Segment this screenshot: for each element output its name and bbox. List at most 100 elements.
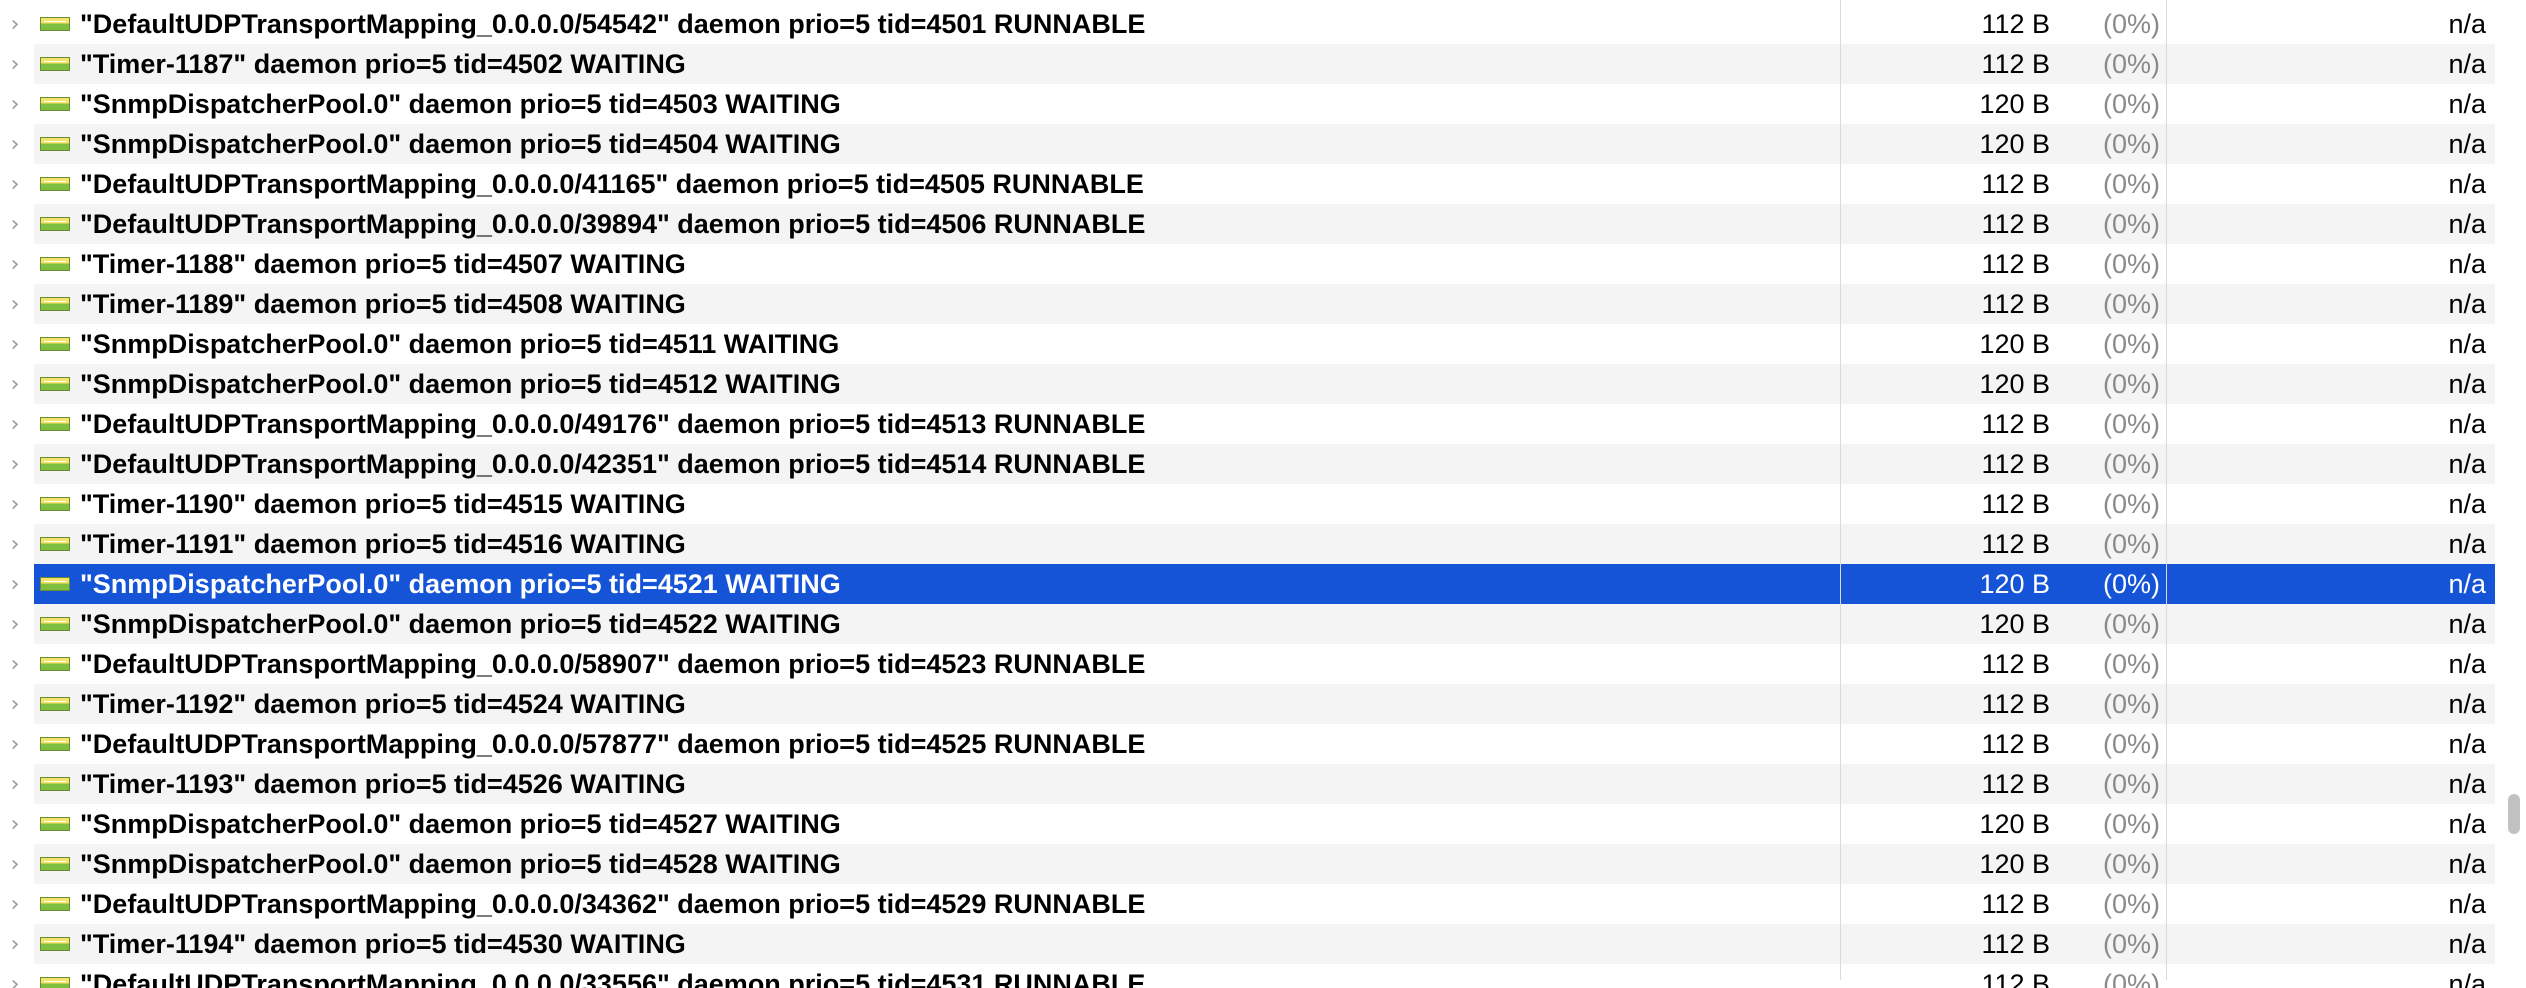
- table-row[interactable]: › "SnmpDispatcherPool.0" daemon prio=5 ti…: [0, 124, 2495, 164]
- table-row[interactable]: › "SnmpDispatcherPool.0" daemon prio=5 ti…: [0, 324, 2495, 364]
- thread-icon: [40, 377, 70, 391]
- chevron-right-icon[interactable]: ›: [4, 764, 26, 804]
- vertical-scrollbar[interactable]: [2502, 0, 2526, 988]
- thread-icon: [40, 457, 70, 471]
- thread-extra-value: n/a: [2448, 329, 2486, 359]
- thread-icon: [40, 337, 70, 351]
- table-row[interactable]: › "Timer-1189" daemon prio=5 tid=4508 WAI…: [0, 284, 2495, 324]
- table-row[interactable]: › "SnmpDispatcherPool.0" daemon prio=5 ti…: [0, 564, 2495, 604]
- thread-size: 112 B: [1981, 49, 2050, 79]
- thread-name: "Timer-1192" daemon prio=5 tid=4524 WAIT…: [80, 689, 686, 719]
- chevron-right-icon[interactable]: ›: [4, 564, 26, 604]
- thread-percent: (0%): [2102, 289, 2160, 319]
- column-divider-name[interactable]: [1840, 0, 1841, 980]
- thread-size: 120 B: [1979, 569, 2050, 599]
- table-row[interactable]: › "DefaultUDPTransportMapping_0.0.0.0/545…: [0, 4, 2495, 44]
- table-row[interactable]: › "SnmpDispatcherPool.0" daemon prio=5 ti…: [0, 84, 2495, 124]
- thread-icon: [40, 297, 70, 311]
- thread-name: "SnmpDispatcherPool.0" daemon prio=5 tid…: [80, 809, 841, 839]
- thread-size: 112 B: [1981, 529, 2050, 559]
- table-row[interactable]: › "SnmpDispatcherPool.0" daemon prio=5 ti…: [0, 604, 2495, 644]
- chevron-right-icon[interactable]: ›: [4, 404, 26, 444]
- chevron-right-icon[interactable]: ›: [4, 204, 26, 244]
- chevron-right-icon[interactable]: ›: [4, 324, 26, 364]
- chevron-right-icon[interactable]: ›: [4, 964, 26, 988]
- thread-name: "SnmpDispatcherPool.0" daemon prio=5 tid…: [80, 369, 841, 399]
- thread-size: 120 B: [1979, 609, 2050, 639]
- chevron-right-icon[interactable]: ›: [4, 644, 26, 684]
- table-row[interactable]: › "Timer-1194" daemon prio=5 tid=4530 WAI…: [0, 924, 2495, 964]
- scrollbar-thumb[interactable]: [2508, 794, 2520, 834]
- thread-extra-value: n/a: [2448, 729, 2486, 759]
- thread-icon: [40, 217, 70, 231]
- thread-extra-value: n/a: [2448, 129, 2486, 159]
- thread-name: "SnmpDispatcherPool.0" daemon prio=5 tid…: [80, 569, 841, 599]
- thread-icon: [40, 657, 70, 671]
- thread-percent: (0%): [2102, 169, 2160, 199]
- thread-percent: (0%): [2102, 809, 2160, 839]
- table-row[interactable]: › "DefaultUDPTransportMapping_0.0.0.0/491…: [0, 404, 2495, 444]
- chevron-right-icon[interactable]: ›: [4, 884, 26, 924]
- table-row[interactable]: › "SnmpDispatcherPool.0" daemon prio=5 ti…: [0, 804, 2495, 844]
- table-row[interactable]: › "DefaultUDPTransportMapping_0.0.0.0/589…: [0, 644, 2495, 684]
- table-row[interactable]: › "Timer-1193" daemon prio=5 tid=4526 WAI…: [0, 764, 2495, 804]
- thread-percent: (0%): [2102, 249, 2160, 279]
- thread-size: 112 B: [1981, 409, 2050, 439]
- table-row[interactable]: › "DefaultUDPTransportMapping_0.0.0.0/578…: [0, 724, 2495, 764]
- thread-percent: (0%): [2102, 769, 2160, 799]
- thread-icon: [40, 97, 70, 111]
- chevron-right-icon[interactable]: ›: [4, 724, 26, 764]
- thread-size: 112 B: [1981, 689, 2050, 719]
- table-row[interactable]: › "Timer-1188" daemon prio=5 tid=4507 WAI…: [0, 244, 2495, 284]
- thread-extra-value: n/a: [2448, 289, 2486, 319]
- chevron-right-icon[interactable]: ›: [4, 364, 26, 404]
- chevron-right-icon[interactable]: ›: [4, 604, 26, 644]
- thread-size: 112 B: [1981, 9, 2050, 39]
- thread-extra-value: n/a: [2448, 929, 2486, 959]
- table-row[interactable]: › "Timer-1191" daemon prio=5 tid=4516 WAI…: [0, 524, 2495, 564]
- thread-name: "DefaultUDPTransportMapping_0.0.0.0/4116…: [80, 169, 1144, 199]
- thread-extra-value: n/a: [2448, 569, 2486, 599]
- table-row[interactable]: › "DefaultUDPTransportMapping_0.0.0.0/398…: [0, 204, 2495, 244]
- thread-icon: [40, 17, 70, 31]
- chevron-right-icon[interactable]: ›: [4, 44, 26, 84]
- chevron-right-icon[interactable]: ›: [4, 4, 26, 44]
- thread-table: › "DefaultUDPTransportMapping_0.0.0.0/545…: [0, 0, 2526, 988]
- table-row[interactable]: › "DefaultUDPTransportMapping_0.0.0.0/411…: [0, 164, 2495, 204]
- table-row[interactable]: › "DefaultUDPTransportMapping_0.0.0.0/423…: [0, 444, 2495, 484]
- table-row[interactable]: › "Timer-1190" daemon prio=5 tid=4515 WAI…: [0, 484, 2495, 524]
- chevron-right-icon[interactable]: ›: [4, 844, 26, 884]
- chevron-right-icon[interactable]: ›: [4, 124, 26, 164]
- table-row[interactable]: › "DefaultUDPTransportMapping_0.0.0.0/343…: [0, 884, 2495, 924]
- table-row[interactable]: › "SnmpDispatcherPool.0" daemon prio=5 ti…: [0, 844, 2495, 884]
- thread-name: "DefaultUDPTransportMapping_0.0.0.0/3355…: [80, 969, 1146, 988]
- chevron-right-icon[interactable]: ›: [4, 164, 26, 204]
- table-row[interactable]: › "Timer-1187" daemon prio=5 tid=4502 WAI…: [0, 44, 2495, 84]
- column-divider-size[interactable]: [2166, 0, 2167, 980]
- table-row[interactable]: › "DefaultUDPTransportMapping_0.0.0.0/335…: [0, 964, 2495, 988]
- thread-size: 120 B: [1979, 369, 2050, 399]
- thread-icon: [40, 57, 70, 71]
- chevron-right-icon[interactable]: ›: [4, 804, 26, 844]
- table-row[interactable]: › "Timer-1192" daemon prio=5 tid=4524 WAI…: [0, 684, 2495, 724]
- thread-size: 112 B: [1981, 929, 2050, 959]
- chevron-right-icon[interactable]: ›: [4, 484, 26, 524]
- thread-icon: [40, 937, 70, 951]
- thread-percent: (0%): [2102, 329, 2160, 359]
- chevron-right-icon[interactable]: ›: [4, 684, 26, 724]
- thread-percent: (0%): [2102, 689, 2160, 719]
- thread-size: 112 B: [1981, 769, 2050, 799]
- thread-icon: [40, 497, 70, 511]
- chevron-right-icon[interactable]: ›: [4, 284, 26, 324]
- thread-icon: [40, 137, 70, 151]
- thread-name: "DefaultUDPTransportMapping_0.0.0.0/5787…: [80, 729, 1146, 759]
- chevron-right-icon[interactable]: ›: [4, 924, 26, 964]
- thread-icon: [40, 817, 70, 831]
- table-row[interactable]: › "SnmpDispatcherPool.0" daemon prio=5 ti…: [0, 364, 2495, 404]
- chevron-right-icon[interactable]: ›: [4, 244, 26, 284]
- chevron-right-icon[interactable]: ›: [4, 444, 26, 484]
- chevron-right-icon[interactable]: ›: [4, 84, 26, 124]
- chevron-right-icon[interactable]: ›: [4, 524, 26, 564]
- thread-percent: (0%): [2102, 969, 2160, 988]
- thread-size: 120 B: [1979, 89, 2050, 119]
